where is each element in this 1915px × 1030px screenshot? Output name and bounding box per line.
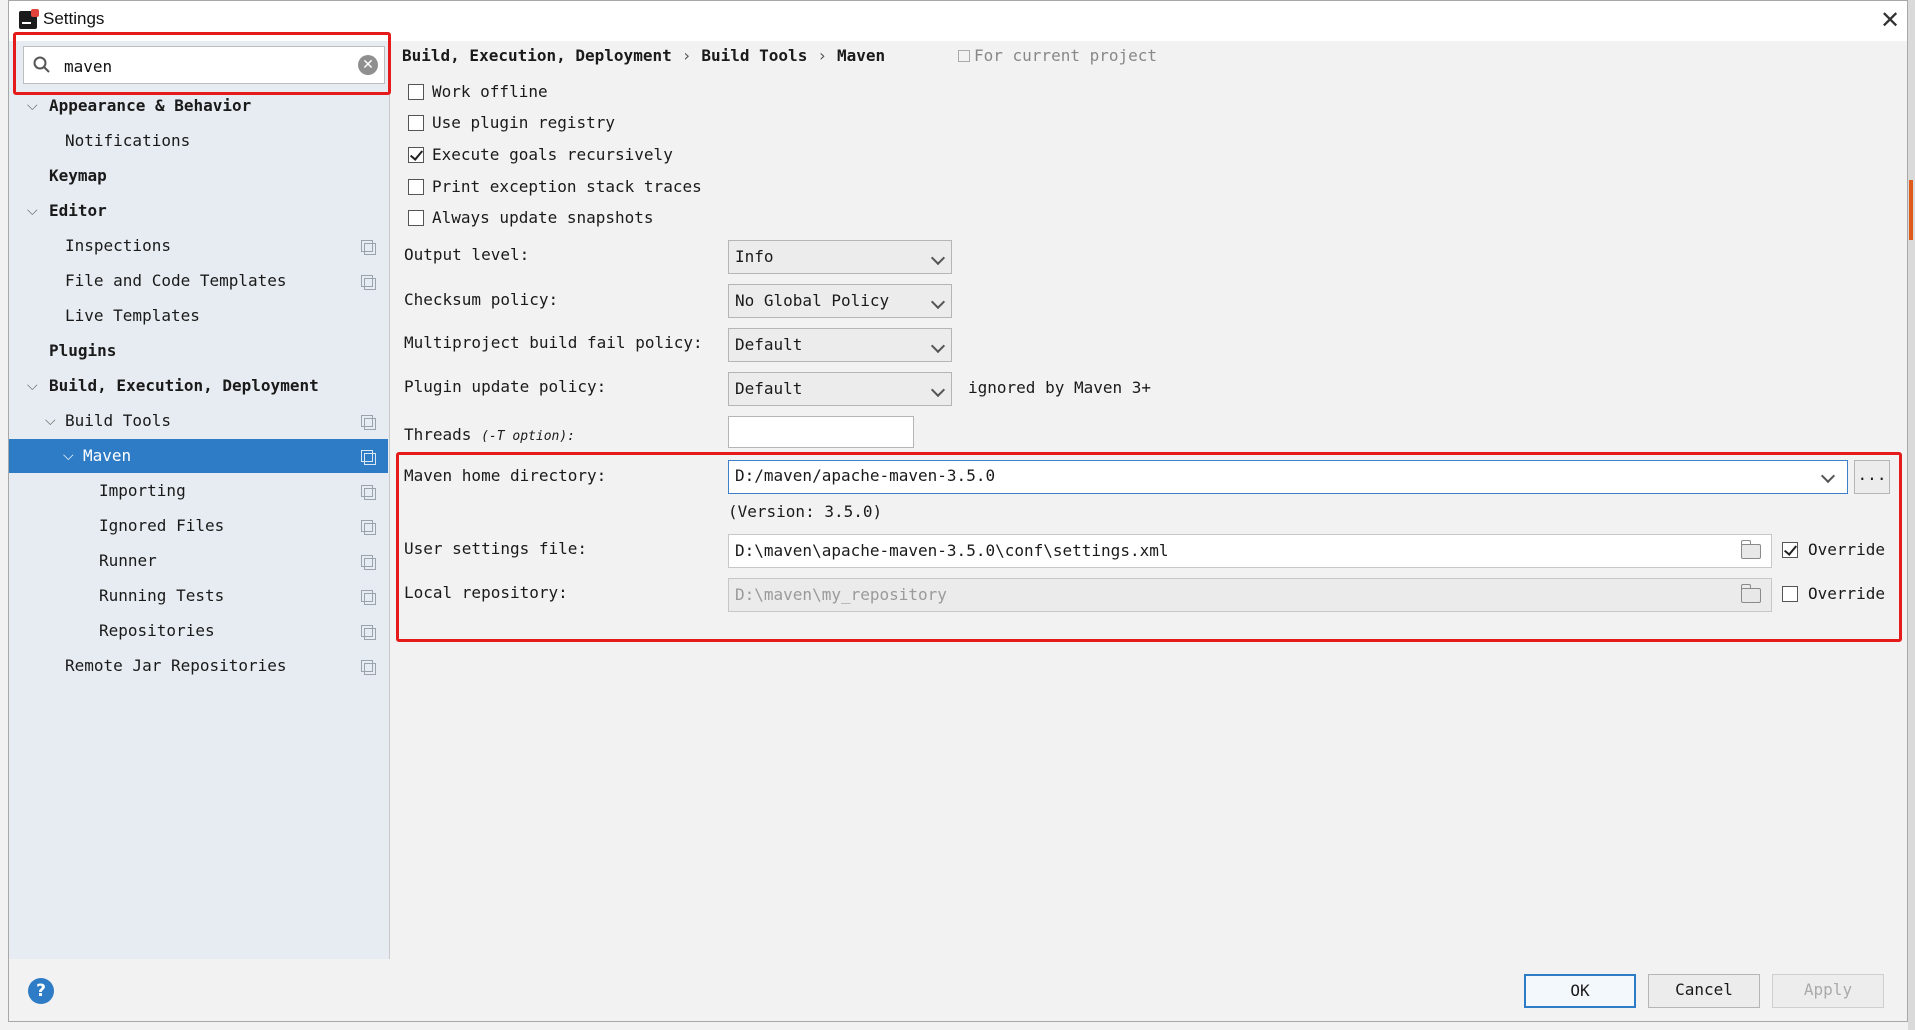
checkbox-box[interactable] xyxy=(408,147,424,163)
project-scope-icon xyxy=(361,520,376,535)
threads-input[interactable] xyxy=(728,416,914,448)
checkbox-label: Always update snapshots xyxy=(432,208,654,227)
project-scope-icon xyxy=(361,275,376,290)
sidebar-item-repositories[interactable]: Repositories xyxy=(9,614,388,648)
project-scope-icon xyxy=(361,625,376,640)
sidebar-item-inspections[interactable]: Inspections xyxy=(9,229,388,263)
settings-sidebar: ✕ ⌵ Appearance & Behavior Notifications … xyxy=(9,41,390,959)
chevron-down-icon: ⌵ xyxy=(45,413,56,429)
threads-label-text: Threads xyxy=(404,425,472,444)
breadcrumb: Build, Execution, Deployment › Build Tools… xyxy=(402,46,885,65)
breadcrumb-separator: › xyxy=(681,46,692,65)
plugin-update-policy-dropdown[interactable]: Default xyxy=(728,372,952,406)
breadcrumb-separator: › xyxy=(817,46,827,65)
project-scope-icon xyxy=(361,485,376,500)
multiproject-policy-dropdown[interactable]: Default xyxy=(728,328,952,362)
ok-button[interactable]: OK xyxy=(1524,974,1636,1008)
project-scope-icon xyxy=(361,450,376,465)
checksum-policy-label: Checksum policy: xyxy=(404,290,559,309)
checkbox-box[interactable] xyxy=(408,210,424,226)
annotation-box-maven-paths xyxy=(396,452,1902,642)
sidebar-item-plugins[interactable]: Plugins xyxy=(9,334,388,368)
checkbox-label: Execute goals recursively xyxy=(432,145,673,164)
output-level-dropdown[interactable]: Info xyxy=(728,240,952,274)
chevron-down-icon xyxy=(930,382,946,398)
sidebar-item-ignored-files[interactable]: Ignored Files xyxy=(9,509,388,543)
dropdown-value: No Global Policy xyxy=(735,291,890,310)
checkbox-label: Print exception stack traces xyxy=(432,177,702,196)
sidebar-item-remote-jar-repositories[interactable]: Remote Jar Repositories xyxy=(9,649,388,683)
chevron-down-icon: ⌵ xyxy=(63,448,74,464)
sidebar-item-keymap[interactable]: Keymap xyxy=(9,159,388,193)
sidebar-item-build-execution-deployment[interactable]: ⌵ Build, Execution, Deployment xyxy=(9,369,388,403)
breadcrumb-part: Build, Execution, Deployment xyxy=(402,46,672,65)
sidebar-item-running-tests[interactable]: Running Tests xyxy=(9,579,388,613)
chevron-down-icon: ⌵ xyxy=(27,378,38,394)
project-scope-icon xyxy=(958,50,970,62)
project-scope-icon xyxy=(361,415,376,430)
help-icon[interactable]: ? xyxy=(28,978,54,1004)
sidebar-item-build-tools[interactable]: ⌵ Build Tools xyxy=(9,404,388,438)
sidebar-item-file-code-templates[interactable]: File and Code Templates xyxy=(9,264,388,298)
apply-button[interactable]: Apply xyxy=(1772,974,1884,1008)
breadcrumb-part: Build Tools xyxy=(701,46,808,65)
sidebar-item-editor[interactable]: ⌵ Editor xyxy=(9,194,388,228)
checkbox-label: Use plugin registry xyxy=(432,113,616,132)
threads-option-text: (-T option): xyxy=(481,429,575,444)
project-scope-icon xyxy=(361,660,376,675)
multiproject-policy-label: Multiproject build fail policy: xyxy=(404,333,703,352)
window-title: Settings xyxy=(43,9,105,28)
chevron-down-icon xyxy=(930,250,946,266)
checkbox-label: Work offline xyxy=(432,82,548,101)
plugin-update-policy-label: Plugin update policy: xyxy=(404,377,607,396)
dropdown-value: Default xyxy=(735,379,803,398)
dropdown-value: Default xyxy=(735,335,803,354)
scope-text: For current project xyxy=(974,46,1158,65)
breadcrumb-part: Maven xyxy=(836,46,886,65)
checkbox-box[interactable] xyxy=(408,115,424,131)
sidebar-item-runner[interactable]: Runner xyxy=(9,544,388,578)
project-scope-icon xyxy=(361,590,376,605)
cancel-button[interactable]: Cancel xyxy=(1648,974,1760,1008)
project-scope-icon xyxy=(361,555,376,570)
sidebar-item-live-templates[interactable]: Live Templates xyxy=(9,299,388,333)
background-scroll-marker xyxy=(1909,180,1913,240)
project-scope-icon xyxy=(361,240,376,255)
checkbox-box[interactable] xyxy=(408,84,424,100)
output-level-label: Output level: xyxy=(404,245,530,264)
close-icon[interactable]: ✕ xyxy=(1875,5,1905,35)
sidebar-item-notifications[interactable]: Notifications xyxy=(9,124,388,158)
annotation-box-search xyxy=(13,32,391,95)
threads-label: Threads (-T option): xyxy=(404,425,575,444)
sidebar-item-importing[interactable]: Importing xyxy=(9,474,388,508)
background-window-edge xyxy=(1908,0,1915,1030)
checkbox-box[interactable] xyxy=(408,179,424,195)
chevron-down-icon xyxy=(930,294,946,310)
chevron-down-icon xyxy=(930,338,946,354)
checksum-policy-dropdown[interactable]: No Global Policy xyxy=(728,284,952,318)
plugin-policy-note: ignored by Maven 3+ xyxy=(968,378,1152,397)
sidebar-item-maven[interactable]: ⌵ Maven xyxy=(9,439,388,473)
scope-label: For current project xyxy=(958,46,1157,65)
dropdown-value: Info xyxy=(735,247,774,266)
intellij-app-icon xyxy=(19,9,39,29)
chevron-down-icon: ⌵ xyxy=(27,203,38,219)
